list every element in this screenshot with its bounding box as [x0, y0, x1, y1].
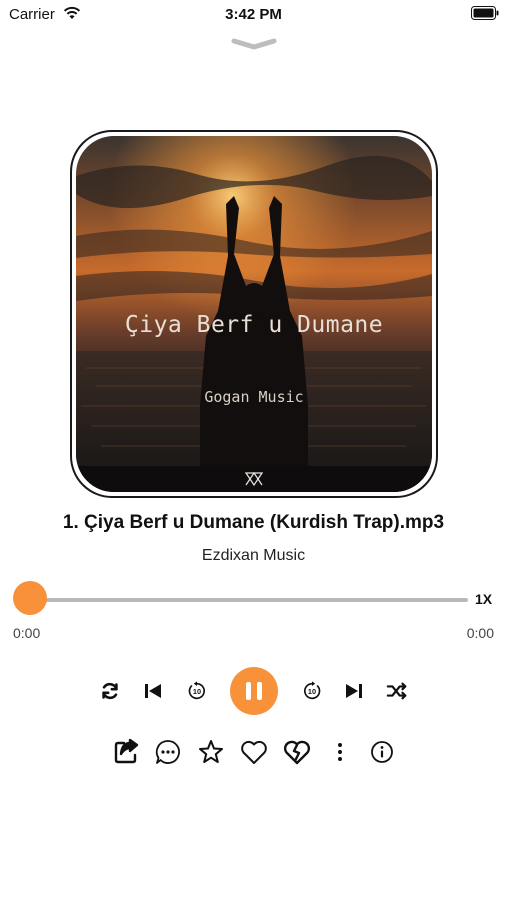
- comment-button[interactable]: [152, 736, 184, 768]
- shuffle-button[interactable]: [384, 678, 410, 704]
- total-time: 0:00: [466, 625, 494, 641]
- more-vertical-icon: [338, 743, 342, 761]
- comment-icon: [155, 740, 180, 764]
- previous-button[interactable]: [140, 678, 166, 704]
- elapsed-time: 0:00: [13, 625, 41, 641]
- previous-icon: [145, 684, 161, 698]
- share-icon: [114, 738, 139, 764]
- info-button[interactable]: [368, 738, 396, 766]
- playback-speed-button[interactable]: 1X: [475, 591, 492, 607]
- broken-heart-icon: [283, 740, 311, 765]
- collapse-chevron-icon[interactable]: [231, 38, 277, 50]
- rewind-10-button[interactable]: 10: [184, 678, 210, 704]
- favorite-star-button[interactable]: [195, 736, 227, 768]
- heart-icon: [241, 740, 267, 764]
- svg-text:10: 10: [308, 687, 316, 696]
- repeat-icon: [102, 682, 118, 700]
- artwork-title-text: Çiya Berf u Dumane: [124, 312, 384, 338]
- next-button[interactable]: [341, 678, 367, 704]
- pause-icon: [243, 682, 265, 700]
- info-icon: [371, 741, 393, 763]
- artwork-image: Çiya Berf u Dumane Gogan Music: [76, 136, 432, 492]
- dislike-button[interactable]: [280, 736, 314, 768]
- like-button[interactable]: [237, 736, 271, 768]
- shuffle-icon: [386, 682, 407, 700]
- track-artist: Ezdixan Music: [201, 547, 306, 564]
- forward-10-button[interactable]: 10: [299, 678, 325, 704]
- svg-text:10: 10: [193, 687, 201, 696]
- status-bar: Carrier 3:42 PM: [0, 0, 507, 30]
- artwork-subtitle-text: Gogan Music: [204, 388, 304, 406]
- rewind-10-icon: 10: [188, 681, 205, 700]
- track-title: 1. Çiya Berf u Dumane (Kurdish Trap).mp3: [62, 512, 445, 533]
- forward-10-icon: 10: [304, 681, 321, 700]
- status-time: 3:42 PM: [225, 6, 282, 23]
- battery-icon: [471, 6, 499, 20]
- pause-button[interactable]: [230, 667, 278, 715]
- repeat-button[interactable]: [97, 678, 123, 704]
- album-artwork: Çiya Berf u Dumane Gogan Music: [70, 130, 438, 498]
- share-button[interactable]: [110, 736, 142, 768]
- more-options-button[interactable]: [328, 736, 352, 768]
- next-icon: [346, 684, 362, 698]
- progress-thumb[interactable]: [13, 581, 47, 615]
- progress-track[interactable]: [30, 598, 468, 602]
- star-icon: [199, 740, 223, 763]
